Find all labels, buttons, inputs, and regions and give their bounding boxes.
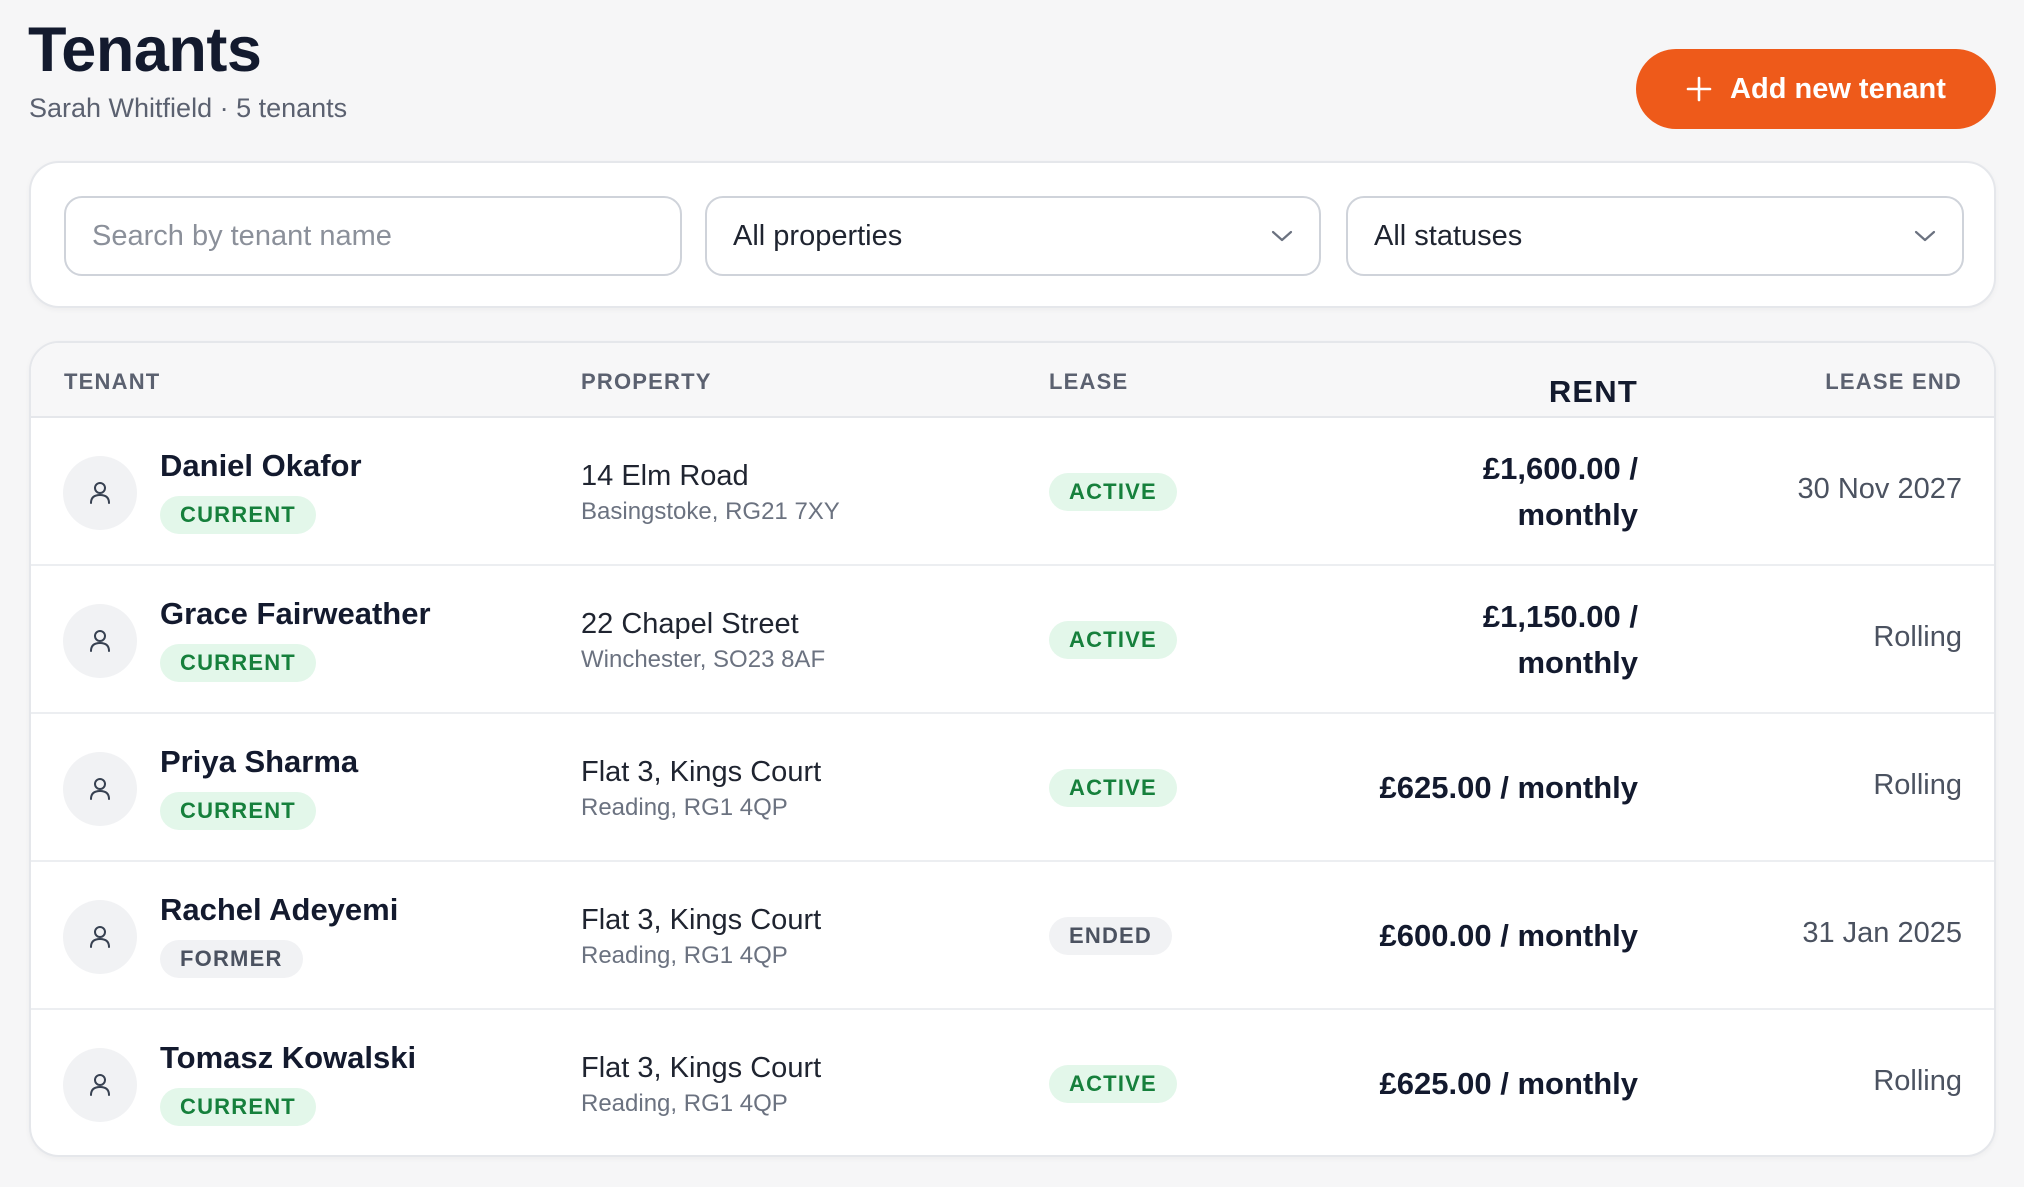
property-town-postcode: Basingstoke, RG21 7XY: [581, 498, 840, 525]
column-header-tenant[interactable]: TENANT: [64, 369, 160, 395]
plus-icon: [1686, 76, 1712, 102]
tenants-table: TENANT PROPERTY LEASE RENT LEASE END Dan…: [29, 341, 1996, 1157]
search-field[interactable]: [64, 196, 682, 276]
table-row[interactable]: Priya Sharma CURRENT Flat 3, Kings Court…: [31, 714, 1994, 862]
chevron-down-icon: [1914, 230, 1936, 242]
property-address: Flat 3, Kings Court: [581, 756, 822, 788]
column-header-rent[interactable]: RENT: [1298, 369, 1638, 415]
rent-value: £1,600.00 / monthly: [1298, 446, 1638, 538]
property-address: Flat 3, Kings Court: [581, 1052, 822, 1084]
add-new-tenant-button[interactable]: Add new tenant: [1636, 49, 1996, 129]
property-town-postcode: Reading, RG1 4QP: [581, 1090, 788, 1117]
rent-amount: £1,150.00 /: [1482, 599, 1638, 634]
lease-status-badge: ACTIVE: [1049, 473, 1177, 511]
tenant-status-badge: CURRENT: [160, 644, 316, 682]
tenant-status-badge: CURRENT: [160, 496, 316, 534]
filters-card: All properties All statuses: [29, 161, 1996, 308]
lease-end-date: Rolling: [1873, 1065, 1962, 1097]
property-town-postcode: Reading, RG1 4QP: [581, 794, 788, 821]
user-icon: [90, 630, 110, 652]
avatar: [63, 456, 137, 530]
property-address: 22 Chapel Street: [581, 608, 799, 640]
rent-value: £625.00 / monthly: [1379, 770, 1638, 805]
tenant-name[interactable]: Rachel Adeyemi: [160, 892, 398, 928]
page-subtitle: Sarah Whitfield · 5 tenants: [29, 93, 348, 123]
table-row[interactable]: Rachel Adeyemi FORMER Flat 3, Kings Cour…: [31, 862, 1994, 1010]
property-filter-value: All properties: [733, 219, 903, 252]
tenant-status-badge: FORMER: [160, 940, 303, 978]
tenants-page: Tenants Sarah Whitfield · 5 tenants Add …: [0, 0, 2024, 1187]
lease-status-badge: ACTIVE: [1049, 1065, 1177, 1103]
user-icon: [90, 482, 110, 504]
table-header: TENANT PROPERTY LEASE RENT LEASE END: [31, 343, 1994, 418]
avatar: [63, 752, 137, 826]
tenant-name[interactable]: Daniel Okafor: [160, 448, 362, 484]
table-row[interactable]: Tomasz Kowalski CURRENT Flat 3, Kings Co…: [31, 1010, 1994, 1155]
avatar: [63, 900, 137, 974]
column-header-lease[interactable]: LEASE: [1049, 369, 1128, 395]
user-icon: [90, 1074, 110, 1096]
column-header-property[interactable]: PROPERTY: [581, 369, 712, 395]
tenant-status-badge: CURRENT: [160, 792, 316, 830]
add-new-tenant-label: Add new tenant: [1730, 72, 1946, 105]
rent-amount: £1,600.00 /: [1482, 451, 1638, 486]
property-filter-select[interactable]: All properties: [705, 196, 1321, 276]
lease-status-badge: ENDED: [1049, 917, 1173, 955]
lease-end-date: 31 Jan 2025: [1802, 917, 1962, 949]
tenant-status-badge: CURRENT: [160, 1088, 316, 1126]
lease-status-badge: ACTIVE: [1049, 621, 1177, 659]
tenant-name[interactable]: Grace Fairweather: [160, 596, 431, 632]
property-address: 14 Elm Road: [581, 460, 749, 492]
lease-status-badge: ACTIVE: [1049, 769, 1177, 807]
rent-frequency: monthly: [1517, 497, 1638, 532]
rent-value: £600.00 / monthly: [1379, 918, 1638, 953]
page-title: Tenants: [28, 15, 262, 85]
status-filter-select[interactable]: All statuses: [1346, 196, 1964, 276]
column-header-lease-end[interactable]: LEASE END: [1825, 369, 1962, 395]
tenant-name[interactable]: Priya Sharma: [160, 744, 358, 780]
lease-end-date: 30 Nov 2027: [1797, 473, 1962, 505]
lease-end-date: Rolling: [1873, 621, 1962, 653]
table-row[interactable]: Grace Fairweather CURRENT 22 Chapel Stre…: [31, 566, 1994, 714]
property-town-postcode: Winchester, SO23 8AF: [581, 646, 826, 673]
tenant-name[interactable]: Tomasz Kowalski: [160, 1040, 416, 1076]
lease-end-date: Rolling: [1873, 769, 1962, 801]
table-row[interactable]: Daniel Okafor CURRENT 14 Elm Road Basing…: [31, 418, 1994, 566]
user-icon: [90, 778, 110, 800]
rent-value: £625.00 / monthly: [1379, 1066, 1638, 1101]
avatar: [63, 1048, 137, 1122]
avatar: [63, 604, 137, 678]
chevron-down-icon: [1271, 230, 1293, 242]
search-input[interactable]: [92, 198, 654, 274]
property-address: Flat 3, Kings Court: [581, 904, 822, 936]
rent-frequency: monthly: [1517, 645, 1638, 680]
rent-value: £1,150.00 / monthly: [1298, 594, 1638, 686]
status-filter-value: All statuses: [1374, 219, 1523, 252]
property-town-postcode: Reading, RG1 4QP: [581, 942, 788, 969]
user-icon: [90, 926, 110, 948]
